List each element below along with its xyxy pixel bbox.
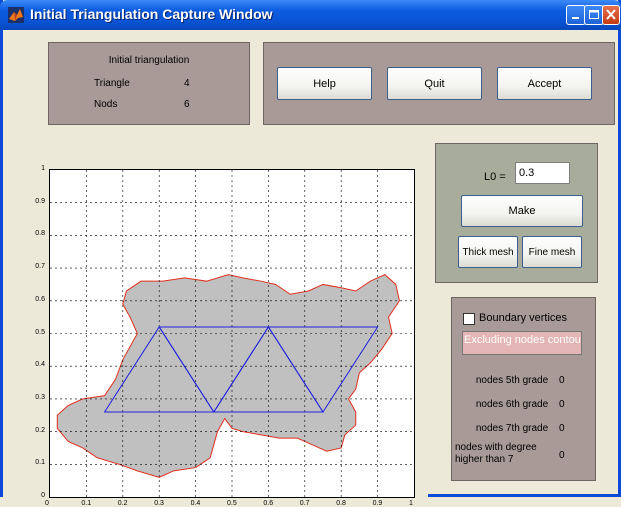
- nods-value: 6: [184, 99, 190, 110]
- close-icon: [606, 9, 616, 20]
- info-panel: Initial triangulation Triangle 4 Nods 6: [48, 42, 250, 125]
- x-tick-label: 0.1: [81, 500, 92, 507]
- x-tick-label: 0.8: [336, 500, 346, 507]
- l0-label: L0 =: [484, 171, 506, 183]
- action-panel: Help Quit Accept: [263, 42, 615, 125]
- matlab-icon: [8, 7, 24, 23]
- maximize-icon: [589, 10, 599, 19]
- triangulation-plot: [50, 170, 414, 497]
- mesh-panel: L0 = Make Thick mesh Fine mesh: [435, 143, 598, 283]
- thick-mesh-button[interactable]: Thick mesh: [458, 236, 518, 268]
- x-tick-label: 0.4: [190, 500, 201, 507]
- x-tick-label: 0.5: [227, 500, 237, 507]
- excluding-nodes-field[interactable]: Excluding nodes contour: [462, 331, 582, 355]
- region-boundary: [56, 274, 400, 478]
- x-tick-label: 0.6: [263, 500, 274, 507]
- title-bar[interactable]: Initial Triangulation Capture Window: [0, 0, 621, 30]
- app-window: Initial Triangulation Capture Window Ini…: [0, 0, 621, 507]
- l0-input[interactable]: [515, 162, 570, 184]
- y-tick-label: 1: [41, 165, 45, 172]
- y-tick-label: 0.9: [35, 197, 45, 205]
- minimize-button[interactable]: [566, 5, 586, 25]
- nodes-6th-value: 0: [559, 399, 565, 410]
- quit-button[interactable]: Quit: [387, 67, 482, 100]
- y-tick-label: 0: [41, 492, 45, 499]
- y-tick-label: 0.2: [35, 426, 45, 434]
- plot-area: 0 0.1 0.2 0.3 0.4 0.5 0.6 0.7 0.8 0.9 1 0 0.1 0.2 0.3…: [3, 157, 428, 507]
- client-area: Initial triangulation Triangle 4 Nods 6 …: [3, 30, 618, 507]
- nods-label: Nods: [94, 99, 118, 110]
- nodes-5th-value: 0: [559, 375, 565, 386]
- y-tick-label: 0.7: [35, 263, 45, 271]
- accept-button[interactable]: Accept: [497, 67, 592, 100]
- y-tick-label: 0.1: [35, 459, 45, 467]
- y-tick-label: 0.8: [35, 230, 45, 238]
- y-tick-label: 0.3: [35, 393, 45, 401]
- x-tick-label: 0.7: [299, 500, 310, 507]
- x-tick-label: 1: [409, 500, 413, 507]
- close-button[interactable]: [602, 5, 620, 25]
- boundary-vertices-label: Boundary vertices: [479, 312, 568, 324]
- nodes-6th-label: nodes 6th grade: [475, 399, 549, 410]
- boundary-vertices-checkbox[interactable]: [463, 313, 475, 325]
- nodes-5th-label: nodes 5th grade: [475, 375, 549, 386]
- x-tick-label: 0.3: [154, 500, 164, 507]
- minimize-icon: [572, 17, 579, 19]
- nodes-7th-label: nodes 7th grade: [475, 423, 549, 434]
- y-tick-label: 0.5: [35, 328, 45, 336]
- help-button[interactable]: Help: [277, 67, 372, 100]
- y-tick-label: 0.6: [35, 295, 45, 303]
- window-title: Initial Triangulation Capture Window: [30, 6, 273, 22]
- nodes-higher-label: nodes with degree higher than 7: [455, 442, 537, 465]
- plot-axes[interactable]: [49, 169, 415, 498]
- info-heading: Initial triangulation: [108, 55, 190, 66]
- make-button[interactable]: Make: [461, 195, 583, 227]
- fine-mesh-button[interactable]: Fine mesh: [522, 236, 582, 268]
- boundary-panel: Boundary vertices Excluding nodes contou…: [451, 297, 596, 481]
- triangle-value: 4: [184, 78, 190, 89]
- maximize-button[interactable]: [584, 5, 604, 25]
- x-tick-label: 0: [45, 500, 49, 507]
- nodes-7th-value: 0: [559, 423, 565, 434]
- y-tick-label: 0.4: [35, 361, 45, 369]
- x-tick-label: 0.9: [372, 500, 383, 507]
- nodes-higher-value: 0: [559, 450, 565, 461]
- x-tick-label: 0.2: [117, 500, 128, 507]
- triangle-label: Triangle: [94, 78, 130, 89]
